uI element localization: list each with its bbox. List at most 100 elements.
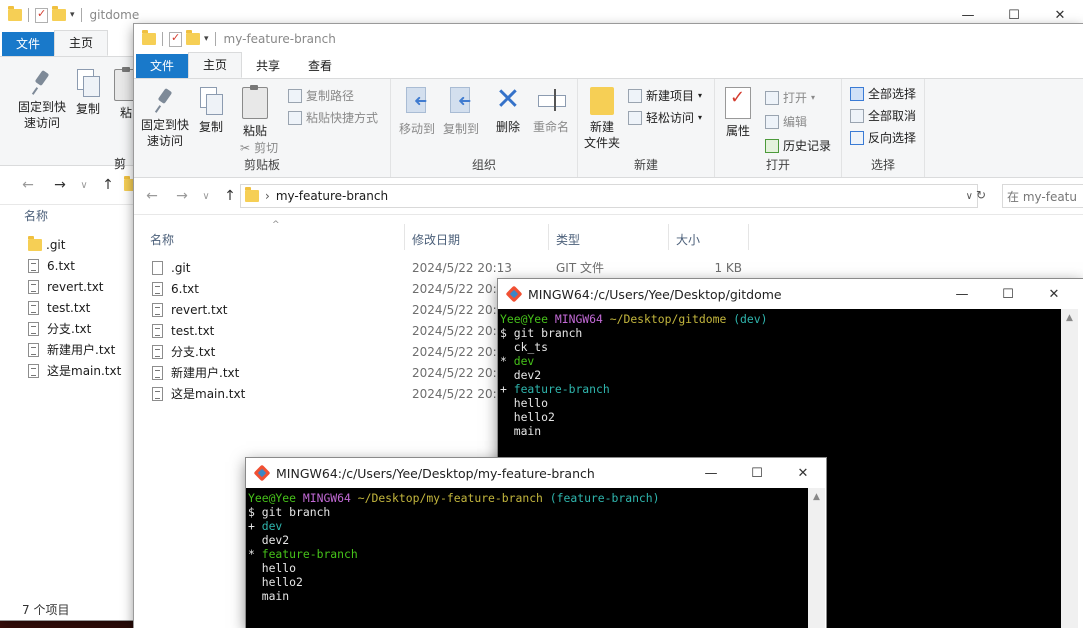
easy-access-button[interactable]: 轻松访问 ▾: [628, 109, 702, 126]
tab-home[interactable]: 主页: [54, 30, 109, 56]
tab-view[interactable]: 查看: [294, 54, 346, 78]
edit-icon: [765, 114, 779, 129]
copy-button[interactable]: 复制: [196, 87, 226, 135]
new-folder-icon[interactable]: [52, 6, 66, 21]
address-bar[interactable]: › my-feature-branch ∨: [240, 184, 978, 208]
prompt-branch: (dev): [733, 312, 768, 326]
folder-icon: [142, 30, 156, 45]
window-title: my-feature-branch: [223, 32, 336, 46]
chevron-down-icon[interactable]: ▾: [204, 34, 209, 44]
rename-button[interactable]: 重命名: [529, 85, 573, 135]
minimize-button[interactable]: —: [688, 458, 734, 488]
prompt-line: Yee@Yee MINGW64 ~/Desktop/my-feature-bra…: [248, 491, 806, 505]
copy-path-button[interactable]: 复制路径: [288, 87, 354, 104]
invert-selection-icon: [850, 130, 864, 145]
copy-button[interactable]: 复制: [72, 69, 104, 117]
tab-home[interactable]: 主页: [188, 52, 243, 78]
list-item[interactable]: 这是main.txt: [28, 360, 121, 381]
branch-name: dev2: [513, 368, 542, 382]
search-box[interactable]: 在 my-featu: [1002, 184, 1083, 208]
properties-icon[interactable]: [35, 7, 48, 23]
maximize-button[interactable]: ☐: [734, 458, 780, 488]
scroll-up-icon[interactable]: ▲: [1061, 313, 1078, 323]
invert-selection-button[interactable]: 反向选择: [850, 129, 916, 146]
edit-button[interactable]: 编辑: [765, 113, 807, 130]
history-button[interactable]: 历史记录: [765, 137, 831, 154]
up-button[interactable]: ↑: [218, 188, 242, 204]
paste-button[interactable]: 粘贴: [240, 85, 270, 139]
open-group: 属性 打开 ▾ 编辑 历史记录 打开: [715, 79, 842, 177]
scrollbar[interactable]: ▲: [808, 488, 825, 628]
refresh-button[interactable]: ↻: [976, 188, 986, 202]
list-item[interactable]: 新建用户.txt: [28, 339, 115, 360]
copy-to-button[interactable]: 复制到: [439, 85, 483, 137]
cell-name: test.txt: [171, 323, 215, 338]
pin-icon: [155, 87, 175, 113]
cell-name: .git: [171, 260, 191, 275]
select-all-button[interactable]: 全部选择: [850, 85, 916, 102]
select-none-button[interactable]: 全部取消: [850, 107, 916, 124]
pin-quick-access-button[interactable]: 固定到快 速访问: [140, 87, 190, 149]
cell-date: 2024/5/22 20:1: [412, 302, 505, 317]
move-to-button[interactable]: 移动到: [395, 85, 439, 137]
branch-name: hello2: [513, 410, 555, 424]
pin-label-1: 固定到快: [17, 100, 66, 114]
close-button[interactable]: ✕: [1031, 279, 1077, 309]
title-bar: ▾ my-feature-branch: [134, 24, 1083, 54]
minimize-button[interactable]: —: [939, 279, 985, 309]
list-item[interactable]: revert.txt: [28, 276, 104, 297]
table-row[interactable]: .git 2024/5/22 20:13 GIT 文件 1 KB: [152, 257, 752, 278]
column-header-name[interactable]: 名称: [24, 207, 48, 224]
cut-button[interactable]: ✂ 剪切: [240, 139, 278, 156]
close-button[interactable]: ✕: [780, 458, 826, 488]
open-button[interactable]: 打开 ▾: [765, 89, 815, 106]
properties-button[interactable]: 属性: [721, 87, 755, 139]
back-button[interactable]: ←: [16, 177, 40, 193]
back-button[interactable]: ←: [140, 188, 164, 204]
cell-date: 2024/5/22 20:13: [412, 260, 512, 275]
column-header-type[interactable]: 类型: [556, 231, 580, 248]
tab-share[interactable]: 共享: [242, 54, 294, 78]
file-icon: [28, 363, 39, 378]
history-dropdown[interactable]: ∨: [72, 180, 96, 191]
scroll-up-icon[interactable]: ▲: [808, 492, 825, 502]
cut-button[interactable]: 剪: [114, 155, 126, 172]
list-item[interactable]: 分支.txt: [28, 318, 91, 339]
new-folder-icon[interactable]: [186, 30, 200, 45]
select-none-icon: [850, 108, 864, 123]
paste-shortcut-button[interactable]: 粘贴快捷方式: [288, 109, 378, 126]
tab-file[interactable]: 文件: [2, 32, 55, 56]
column-header-name[interactable]: 名称: [150, 231, 174, 248]
list-item-name: test.txt: [47, 300, 91, 315]
list-item[interactable]: test.txt: [28, 297, 90, 318]
column-header-date[interactable]: 修改日期: [412, 231, 460, 248]
breadcrumb-chevron-icon: ›: [265, 189, 270, 203]
file-icon: [28, 258, 39, 273]
forward-button[interactable]: →: [170, 188, 194, 204]
select-none-label: 全部取消: [868, 109, 917, 123]
history-dropdown[interactable]: ∨: [194, 191, 218, 202]
list-item[interactable]: .git: [28, 234, 65, 255]
column-header-size[interactable]: 大小: [676, 231, 700, 248]
chevron-down-icon[interactable]: ▾: [70, 10, 75, 20]
new-folder-button[interactable]: 新建 文件夹: [582, 87, 622, 151]
terminal-title-bar: MINGW64:/c/Users/Yee/Desktop/gitdome — ☐…: [498, 279, 1083, 309]
open-icon: [765, 90, 779, 105]
cut-label: 剪切: [254, 141, 279, 155]
maximize-button[interactable]: ☐: [985, 279, 1031, 309]
scrollbar[interactable]: ▲: [1061, 309, 1078, 628]
pin-quick-access-button[interactable]: 固定到快 速访问: [12, 69, 72, 131]
list-item[interactable]: 6.txt: [28, 255, 75, 276]
organize-group: 移动到 复制到 ✕ 删除 重命名 组织: [391, 79, 578, 177]
branch-name: dev: [513, 354, 535, 368]
address-dropdown-icon[interactable]: ∨: [966, 191, 973, 202]
terminal-output[interactable]: Yee@Yee MINGW64 ~/Desktop/my-feature-bra…: [246, 488, 808, 628]
branch-marker: *: [500, 354, 507, 368]
breadcrumb[interactable]: my-feature-branch: [276, 189, 388, 203]
delete-button[interactable]: ✕ 删除: [491, 85, 525, 135]
tab-file[interactable]: 文件: [136, 54, 189, 78]
properties-icon[interactable]: [169, 31, 182, 47]
new-item-button[interactable]: 新建项目 ▾: [628, 87, 702, 104]
up-button[interactable]: ↑: [96, 177, 120, 193]
forward-button[interactable]: →: [48, 177, 72, 193]
